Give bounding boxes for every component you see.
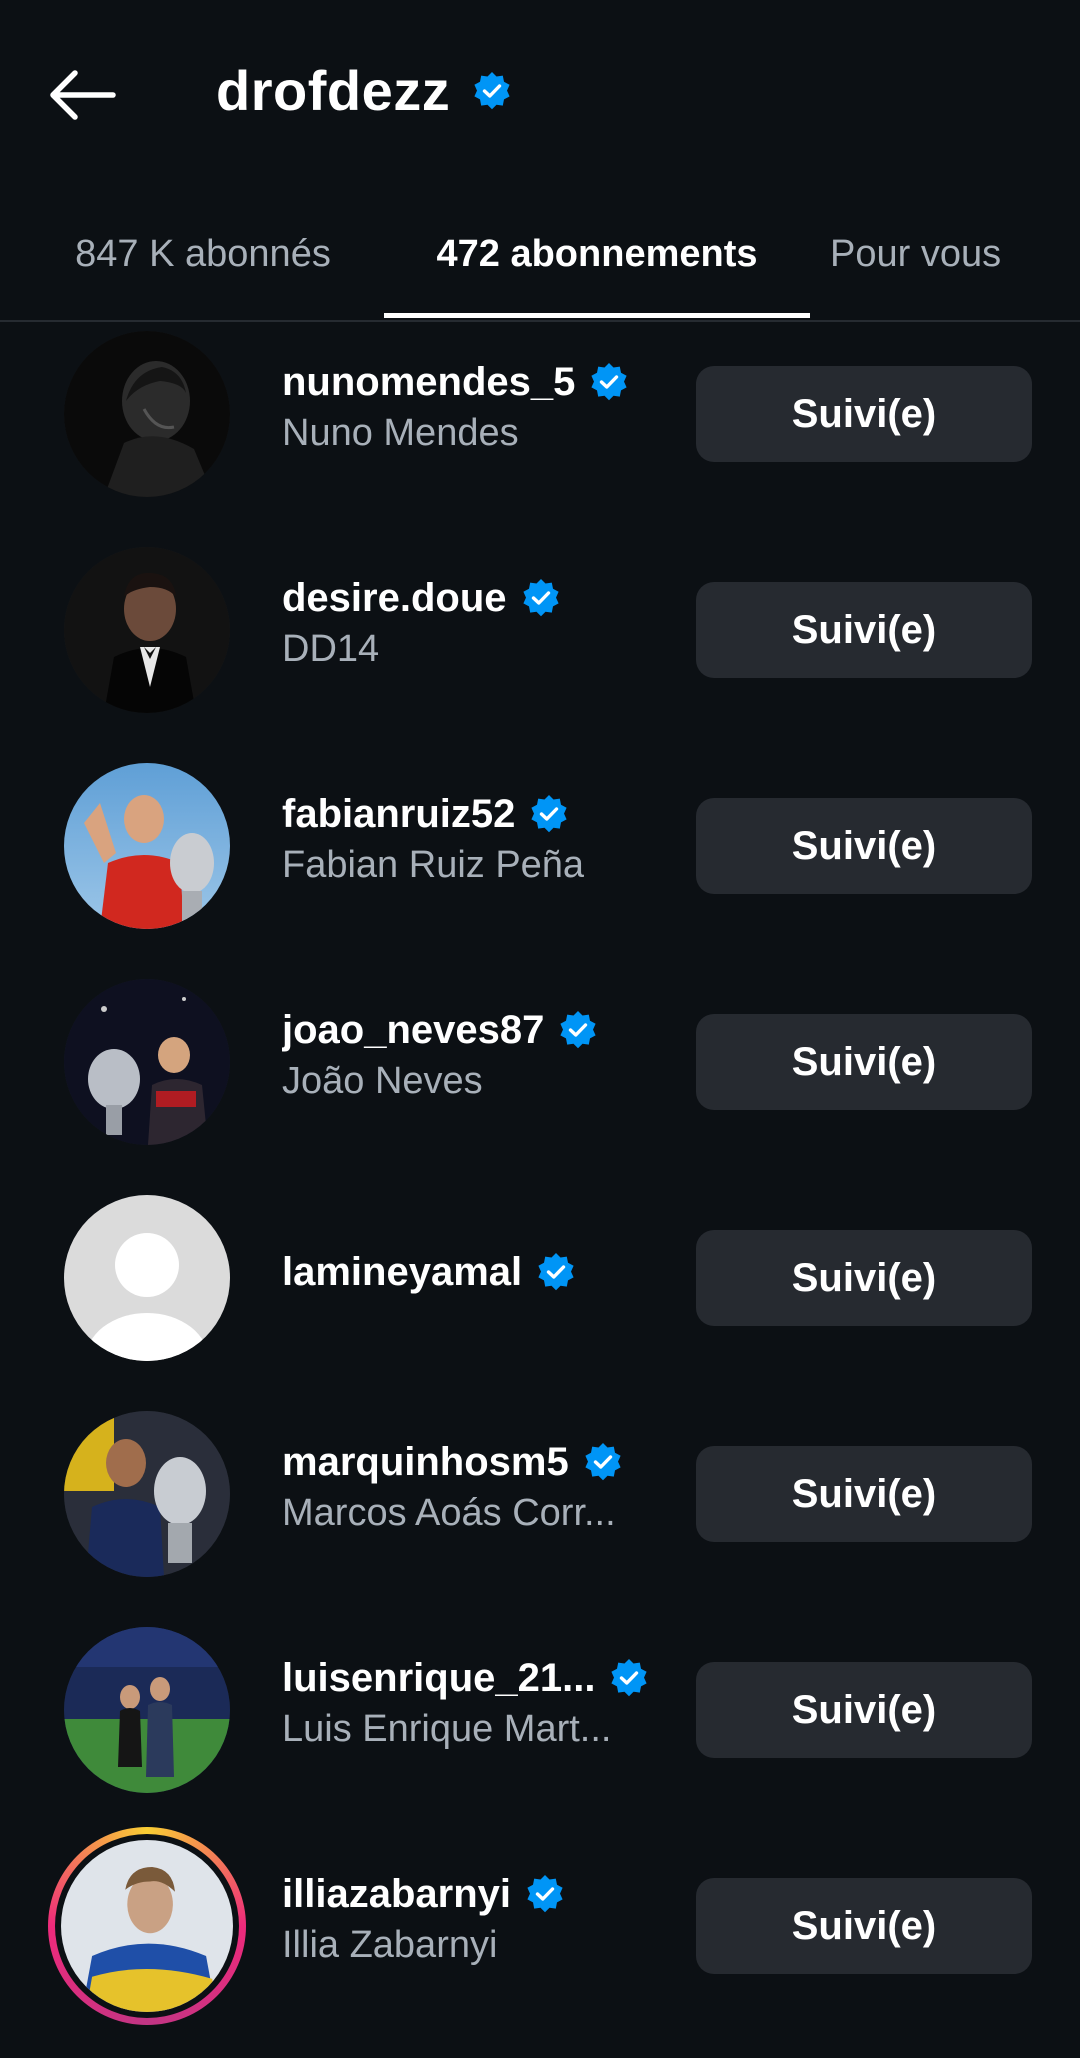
avatar-story-ring[interactable]: [48, 1827, 246, 2025]
full-name: Fabian Ruiz Peña: [282, 844, 585, 886]
following-button[interactable]: Suivi(e): [696, 1014, 1032, 1110]
verified-badge-icon: [527, 1875, 563, 1913]
full-name: João Neves: [282, 1060, 483, 1102]
avatar[interactable]: [64, 547, 230, 713]
list-item[interactable]: luisenrique_21... Luis Enrique Mart... S…: [0, 1626, 1080, 1842]
list-item[interactable]: marquinhosm5 Marcos Aoás Corr... Suivi(e…: [0, 1410, 1080, 1626]
list-item[interactable]: fabianruiz52 Fabian Ruiz Peña Suivi(e): [0, 762, 1080, 978]
list-item[interactable]: lamineyamal Suivi(e): [0, 1194, 1080, 1410]
username[interactable]: luisenrique_21...: [282, 1656, 595, 1701]
list-item[interactable]: illiazabarnyi Illia Zabarnyi Suivi(e): [0, 1827, 1080, 2058]
list-item[interactable]: joao_neves87 João Neves Suivi(e): [0, 978, 1080, 1194]
username[interactable]: fabianruiz52: [282, 792, 515, 837]
username[interactable]: joao_neves87: [282, 1008, 544, 1053]
verified-badge-icon: [560, 1011, 596, 1049]
verified-badge-icon: [591, 363, 628, 401]
list-item[interactable]: desire.doue DD14 Suivi(e): [0, 546, 1080, 762]
username[interactable]: nunomendes_5: [282, 360, 575, 405]
list-item[interactable]: nunomendes_5 Nuno Mendes Suivi(e): [0, 330, 1080, 546]
full-name: Nuno Mendes: [282, 412, 519, 454]
following-button[interactable]: Suivi(e): [696, 1662, 1032, 1758]
username[interactable]: marquinhosm5: [282, 1440, 569, 1485]
back-button[interactable]: [44, 60, 120, 130]
following-button[interactable]: Suivi(e): [696, 798, 1032, 894]
full-name: Illia Zabarnyi: [282, 1924, 498, 1966]
header: drofdezz: [0, 0, 1080, 190]
verified-badge-icon: [585, 1443, 621, 1481]
following-button[interactable]: Suivi(e): [696, 1878, 1032, 1974]
avatar[interactable]: [64, 331, 230, 497]
username[interactable]: illiazabarnyi: [282, 1872, 511, 1917]
tab-followers[interactable]: 847 K abonnés: [30, 190, 376, 318]
username[interactable]: lamineyamal: [282, 1250, 522, 1295]
following-button[interactable]: Suivi(e): [696, 1230, 1032, 1326]
tab-for-you[interactable]: Pour vous: [830, 190, 1070, 318]
full-name: Luis Enrique Mart...: [282, 1708, 612, 1750]
avatar[interactable]: [64, 979, 230, 1145]
verified-badge-icon: [531, 795, 568, 833]
verified-badge-icon: [474, 71, 510, 109]
profile-title: drofdezz: [216, 58, 512, 123]
avatar[interactable]: [64, 1195, 230, 1361]
full-name: DD14: [282, 628, 380, 670]
avatar[interactable]: [64, 1627, 230, 1793]
following-button[interactable]: Suivi(e): [696, 582, 1032, 678]
verified-badge-icon: [538, 1253, 574, 1291]
verified-badge-icon: [611, 1659, 648, 1697]
avatar[interactable]: [64, 763, 230, 929]
following-button[interactable]: Suivi(e): [696, 366, 1032, 462]
avatar[interactable]: [64, 1411, 230, 1577]
profile-username: drofdezz: [216, 59, 451, 122]
username[interactable]: desire.doue: [282, 576, 507, 621]
default-avatar-icon: [64, 1195, 230, 1361]
arrow-left-icon: [50, 70, 116, 120]
tab-following[interactable]: 472 abonnements: [384, 190, 810, 318]
active-tab-indicator: [384, 313, 810, 318]
following-button[interactable]: Suivi(e): [696, 1446, 1032, 1542]
full-name: Marcos Aoás Corr...: [282, 1492, 616, 1534]
tab-bar: 847 K abonnés 472 abonnements Pour vous: [0, 190, 1080, 322]
verified-badge-icon: [522, 579, 559, 617]
